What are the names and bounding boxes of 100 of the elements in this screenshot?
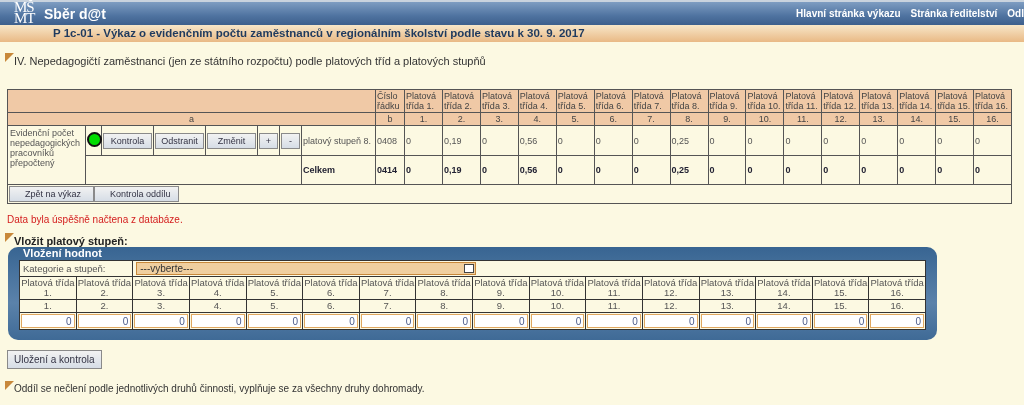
- action-button[interactable]: +: [259, 132, 278, 149]
- table-cell: 0: [745, 155, 784, 185]
- row-name: platový stupeň 8.: [301, 125, 376, 156]
- action-button[interactable]: Odstranit: [155, 132, 204, 149]
- column-header: Platová třída 10.: [745, 89, 784, 113]
- column-code: 10.: [529, 299, 586, 313]
- column-header: Platová třída 7.: [632, 89, 671, 113]
- column-header: Platová třída 15.: [935, 89, 974, 113]
- action-button[interactable]: Změnit: [207, 132, 256, 149]
- row-label: Evidenční počet nepedagogických pracovníků přepočtený: [7, 125, 86, 185]
- report-title: P 1c-01 - Výkaz o evidenčním počtu zaměstnanců v regionálním školství podle stavu k 30. 9. 2017: [0, 25, 1024, 42]
- column-code: 2.: [76, 299, 133, 313]
- column-header: Platová třída 2.: [442, 89, 481, 113]
- column-header: Platová třída 9.: [472, 276, 530, 300]
- table-cell: 0: [480, 125, 519, 156]
- input-field[interactable]: 0: [417, 314, 471, 328]
- column-code: 8.: [415, 299, 473, 313]
- table-cell: 0,56: [518, 155, 557, 185]
- column-header: Platová třída 8.: [415, 276, 473, 300]
- row-number: 0408: [375, 125, 405, 156]
- action-button[interactable]: Kontrola: [103, 132, 152, 149]
- column-header: Platová třída 6.: [302, 276, 360, 300]
- input-field[interactable]: 0: [360, 314, 415, 328]
- table-button[interactable]: Zpět na výkaz: [9, 186, 94, 202]
- column-header: Platová třída 14.: [755, 276, 813, 300]
- input-field[interactable]: 0: [190, 314, 245, 328]
- table-cell: 0: [783, 155, 822, 185]
- table-cell: 0: [821, 125, 860, 156]
- column-code: 16.: [868, 299, 926, 313]
- nav-link[interactable]: Odl: [1007, 8, 1024, 19]
- column-header: Platová třída 8.: [670, 89, 708, 113]
- table-cell: 0: [594, 125, 633, 156]
- table-cell: 0: [594, 155, 633, 185]
- input-field[interactable]: 0: [304, 314, 358, 328]
- column-header: Platová třída 16.: [973, 89, 1012, 113]
- column-header: Platová třída 4.: [189, 276, 246, 300]
- input-field[interactable]: 0: [813, 314, 868, 328]
- column-code: 5.: [246, 299, 303, 313]
- table-cell: 0: [821, 155, 860, 185]
- table-cell: 0: [480, 155, 519, 185]
- app-name: Sběr d@t: [44, 5, 106, 22]
- note-text: Oddíl se nečlení podle jednotlivých druhů činnosti, vyplňuje se za všechny druhy dohromady.: [14, 383, 425, 394]
- nav-link[interactable]: Hlavní stránka výkazu: [796, 8, 901, 19]
- table-cell: 0: [973, 125, 1012, 156]
- corner-mark-icon: [5, 381, 14, 390]
- column-header: Platová třída 15.: [812, 276, 869, 300]
- column-header: Platová třída 13.: [699, 276, 756, 300]
- input-field[interactable]: 0: [587, 314, 641, 328]
- column-header: Číslo řádku: [375, 89, 405, 113]
- status-message: Data byla úspěšně načtena z databáze.: [7, 214, 184, 225]
- column-code: 1.: [19, 299, 77, 313]
- column-code: 13.: [699, 299, 756, 313]
- table-cell: 0: [708, 155, 746, 185]
- column-code: 15.: [812, 299, 869, 313]
- input-field[interactable]: 0: [134, 314, 188, 328]
- table-cell: 0,25: [670, 155, 708, 185]
- input-field[interactable]: 0: [870, 314, 924, 328]
- row-number: 0414: [375, 155, 405, 185]
- action-button[interactable]: -: [281, 132, 300, 149]
- column-header: Platová třída 12.: [642, 276, 699, 300]
- column-header: Platová třída 11.: [783, 89, 822, 113]
- column-header: Platová třída 7.: [359, 276, 416, 300]
- table-cell: 0: [556, 125, 595, 156]
- column-header: Platová třída 13.: [859, 89, 898, 113]
- input-field[interactable]: 0: [77, 314, 132, 328]
- column-code: 12.: [642, 299, 699, 313]
- input-field[interactable]: 0: [700, 314, 755, 328]
- table-cell: 0,19: [442, 155, 481, 185]
- table-cell: 0: [935, 155, 974, 185]
- column-header: Platová třída 3.: [480, 89, 519, 113]
- table-cell: 0: [783, 125, 822, 156]
- nav-link[interactable]: Stránka ředitelství: [910, 8, 998, 19]
- table-cell: 0,56: [518, 125, 557, 156]
- save-button[interactable]: Uložení a kontrola: [7, 350, 102, 369]
- table-cell: 0: [556, 155, 595, 185]
- table-cell: 0: [632, 155, 671, 185]
- input-field[interactable]: 0: [474, 314, 528, 328]
- column-header: Platová třída 9.: [708, 89, 746, 113]
- column-header: Platová třída 14.: [897, 89, 936, 113]
- column-header: Platová třída 3.: [132, 276, 190, 300]
- input-field[interactable]: 0: [643, 314, 698, 328]
- table-cell: 0: [745, 125, 784, 156]
- table-button[interactable]: Kontrola oddílu: [94, 186, 179, 202]
- table-cell: 0: [708, 125, 746, 156]
- row-name: Celkem: [301, 155, 376, 185]
- insert-heading: Vložit platový stupeň:: [14, 235, 128, 247]
- column-code: 4.: [189, 299, 246, 313]
- input-field[interactable]: 0: [757, 314, 811, 328]
- corner-mark-icon: [5, 53, 14, 62]
- table-cell: 0,25: [670, 125, 708, 156]
- table-cell: 0: [859, 125, 898, 156]
- column-header: Platová třída 5.: [246, 276, 303, 300]
- table-cell: 0: [897, 155, 936, 185]
- input-field[interactable]: 0: [247, 314, 302, 328]
- input-field[interactable]: 0: [530, 314, 585, 328]
- input-field[interactable]: 0: [21, 314, 75, 328]
- column-code: 14.: [755, 299, 813, 313]
- column-header: Platová třída 1.: [404, 89, 443, 113]
- category-select[interactable]: ---vyberte---: [136, 262, 477, 275]
- column-header: Platová třída 10.: [529, 276, 586, 300]
